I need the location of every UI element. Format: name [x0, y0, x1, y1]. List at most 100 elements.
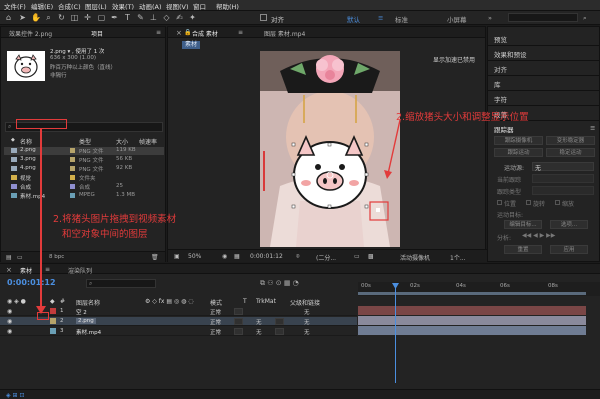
panel-library[interactable]: 库 [494, 79, 501, 89]
magnification-select[interactable]: 50% [188, 253, 201, 260]
panel-menu-icon[interactable]: ≡ [238, 29, 243, 36]
col-trkmat[interactable]: TrkMat [256, 298, 276, 305]
menu-edit[interactable]: 编辑(E) [31, 1, 53, 11]
project-item[interactable]: 4.png PNG 文件 92 KB [4, 165, 164, 173]
puppet-tool-icon[interactable]: ✦ [188, 13, 197, 22]
camera-icon[interactable]: ⌾ [296, 253, 300, 261]
project-item[interactable]: 合成 合成 25 [4, 183, 164, 191]
visibility-eye-icon[interactable]: ◉ [7, 328, 12, 335]
zoom-tool-icon[interactable]: ⌕ [44, 13, 53, 22]
edit-target-button[interactable]: 编辑目标... [504, 220, 542, 229]
visibility-eye-icon[interactable]: ◉ [7, 318, 12, 325]
track-type-select[interactable] [532, 186, 594, 195]
close-icon[interactable]: × [6, 266, 12, 274]
reset-button[interactable]: 重置 [504, 245, 542, 254]
position-checkbox[interactable] [497, 200, 502, 205]
menu-animation[interactable]: 动画(A) [139, 1, 162, 11]
col-name[interactable]: 名称 [20, 137, 32, 146]
project-item[interactable]: 3.png PNG 文件 56 KB [4, 156, 164, 164]
project-item[interactable]: 视觉 文件夹 [4, 174, 164, 182]
snapshot-icon[interactable]: ◉ [222, 253, 227, 260]
trash-icon[interactable]: 🗑 [151, 254, 159, 261]
tab-comp-timeline[interactable]: 素材 [20, 266, 32, 275]
eraser-tool-icon[interactable]: ◇ [162, 13, 171, 22]
analyze-back-icon[interactable]: ◀◀ ◀ ▶ ▶▶ [522, 232, 555, 239]
layer-row[interactable]: ◉ 3 素材.mp4 正常 无 无 [0, 327, 357, 336]
workspace-default[interactable]: 默认 [347, 14, 360, 24]
more-icon[interactable]: » [488, 14, 492, 22]
anchor-tool-icon[interactable]: ✛ [83, 13, 92, 22]
project-item[interactable]: 2.png PNG 文件 119 KB [4, 147, 164, 155]
label-column-icon[interactable]: ◆ [11, 137, 15, 143]
col-t[interactable]: T [243, 298, 247, 305]
panel-align[interactable]: 对齐 [494, 64, 507, 74]
rotate-tool-icon[interactable]: ↻ [57, 13, 66, 22]
mode-dropdown[interactable] [234, 308, 243, 315]
lock-icon[interactable]: 🔒 [184, 29, 191, 36]
brush-tool-icon[interactable]: ✎ [136, 13, 145, 22]
workspace-menu-icon[interactable]: ≡ [378, 14, 383, 22]
tab-effect-controls[interactable]: 效果控件 2.png [9, 29, 52, 38]
type-tool-icon[interactable]: T [123, 13, 132, 22]
region-icon[interactable]: ▭ [354, 253, 360, 260]
col-parent[interactable]: 父级和链接 [290, 298, 320, 307]
comp-subtab[interactable]: 素材 [182, 41, 201, 49]
stamp-tool-icon[interactable]: ⊥ [149, 13, 158, 22]
panel-menu-icon[interactable]: ≡ [156, 29, 161, 36]
trkmat-dropdown[interactable] [275, 318, 284, 325]
grid-icon[interactable]: ▩ [368, 253, 374, 260]
help-search-input[interactable] [508, 13, 578, 22]
warp-stabilizer-button[interactable]: 变形稳定器 [546, 136, 595, 145]
tab-layer[interactable]: 图层 素材.mp4 [264, 29, 305, 38]
transparency-grid-icon[interactable]: ▦ [234, 253, 240, 260]
pen-tool-icon[interactable]: ✒ [110, 13, 119, 22]
menu-composition[interactable]: 合成(C) [58, 1, 81, 11]
tab-composition[interactable]: 合成 素材 [192, 29, 218, 38]
panel-menu-icon[interactable]: ≡ [590, 124, 595, 132]
menu-view[interactable]: 视图(V) [166, 1, 189, 11]
label-swatch[interactable] [50, 318, 56, 324]
tab-project[interactable]: 项目 [91, 29, 103, 38]
layer-bar-null[interactable] [358, 306, 586, 315]
playhead[interactable] [395, 283, 396, 383]
menu-layer[interactable]: 图层(L) [85, 1, 107, 11]
menu-help[interactable]: 帮助(H) [216, 1, 239, 11]
timeline-timecode[interactable]: 0:00:01:12 [7, 278, 56, 287]
scale-checkbox[interactable] [555, 200, 560, 205]
selection-tool-icon[interactable]: ➤ [18, 13, 27, 22]
label-swatch[interactable] [50, 308, 56, 314]
layer-bar-video[interactable] [358, 326, 586, 335]
options-button[interactable]: 选项... [550, 220, 588, 229]
motion-source-select[interactable]: 无 [532, 162, 594, 172]
snap-checkbox[interactable] [260, 14, 267, 21]
close-icon[interactable]: × [176, 29, 182, 37]
always-preview-icon[interactable]: ▣ [174, 253, 180, 260]
workspace-standard[interactable]: 标准 [395, 14, 408, 24]
roto-tool-icon[interactable]: ✍ [175, 13, 184, 22]
draft-3d-icon[interactable]: ⧉ ⚇ ⊙ ▦ ◔ [260, 279, 299, 288]
layer-search-input[interactable]: ⌕ [86, 279, 156, 288]
layer-row[interactable]: ◉ 1 空 2 正常 无 [0, 307, 357, 316]
interpret-footage-icon[interactable]: ▤ [6, 254, 12, 261]
bit-depth[interactable]: 8 bpc [49, 254, 64, 260]
visibility-eye-icon[interactable]: ◉ [7, 308, 12, 315]
layer-row-selected[interactable]: ◉ 2 2.png 正常 无 无 [0, 317, 357, 326]
mode-dropdown[interactable] [234, 328, 243, 335]
new-folder-icon[interactable]: ▭ [17, 254, 23, 261]
current-track-select[interactable] [532, 174, 594, 183]
panel-effects-presets[interactable]: 效果和预设 [494, 49, 527, 59]
rectangle-tool-icon[interactable]: ▢ [97, 13, 106, 22]
col-framerate[interactable]: 帧速率 [139, 137, 157, 146]
hand-tool-icon[interactable]: ✋ [31, 13, 41, 22]
panel-menu-icon[interactable]: ≡ [45, 266, 50, 273]
col-mode[interactable]: 模式 [210, 298, 222, 307]
workspace-small-screen[interactable]: 小屏幕 [447, 14, 467, 24]
mode-dropdown[interactable] [234, 318, 243, 325]
track-camera-button[interactable]: 跟踪摄像机 [494, 136, 543, 145]
rotation-checkbox[interactable] [526, 200, 531, 205]
col-layer-name[interactable]: 图层名称 [76, 298, 100, 307]
apply-button[interactable]: 应用 [550, 245, 588, 254]
track-motion-button[interactable]: 跟踪运动 [494, 148, 543, 157]
col-size[interactable]: 大小 [116, 137, 128, 146]
col-type[interactable]: 类型 [79, 137, 91, 146]
